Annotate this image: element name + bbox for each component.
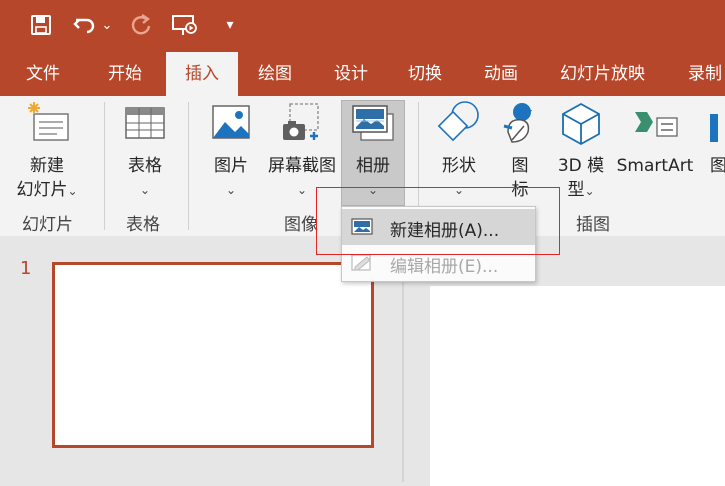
table-icon <box>116 100 174 154</box>
icons-label-1: 图 <box>511 156 529 176</box>
table-button[interactable]: 表格 ⌄ <box>116 100 174 202</box>
tab-transitions[interactable]: 切换 <box>408 52 442 96</box>
highlight-box <box>316 187 560 255</box>
shapes-label: 形状 <box>442 156 476 176</box>
chart-icon <box>704 100 725 154</box>
3d-models-label-1: 3D 模 <box>557 156 605 176</box>
edit-album-icon <box>351 253 373 277</box>
tab-record[interactable]: 录制 <box>688 52 722 96</box>
save-icon[interactable] <box>28 12 54 38</box>
undo-icon[interactable] <box>72 12 98 38</box>
table-label: 表格 <box>128 156 162 176</box>
shapes-icon <box>430 100 488 154</box>
smartart-icon <box>614 100 696 154</box>
smartart-label: SmartArt <box>616 156 694 176</box>
3d-models-label-2: 型 <box>567 180 585 200</box>
slide-canvas[interactable] <box>430 286 725 486</box>
screenshot-icon <box>264 100 340 154</box>
chevron-down-icon: ⌄ <box>225 183 237 197</box>
tab-animations[interactable]: 动画 <box>484 52 518 96</box>
photo-album-icon <box>342 100 404 154</box>
redo-icon <box>128 12 154 38</box>
group-label-images: 图像 <box>284 215 318 235</box>
screenshot-label: 屏幕截图 <box>268 156 336 176</box>
pictures-button[interactable]: 图片 ⌄ <box>202 100 260 202</box>
new-slide-label-1: 新建 <box>30 156 64 176</box>
chevron-down-icon: ⌄ <box>584 184 595 198</box>
group-label-illustrations: 插图 <box>576 215 610 235</box>
ribbon-tabs: 文件 开始 插入 绘图 设计 切换 动画 幻灯片放映 录制 <box>0 52 725 96</box>
smartart-button[interactable]: SmartArt <box>614 100 696 178</box>
title-bar: ⌄ ▾ <box>0 0 725 52</box>
tab-design[interactable]: 设计 <box>334 52 368 96</box>
group-label-slides: 幻灯片 <box>22 215 73 235</box>
tab-slideshow[interactable]: 幻灯片放映 <box>560 52 645 96</box>
group-label-tables: 表格 <box>126 215 160 235</box>
photo-album-label: 相册 <box>356 156 390 176</box>
chart-label: 图 <box>710 156 725 176</box>
separator <box>188 102 189 230</box>
new-slide-icon <box>10 100 84 154</box>
new-slide-button[interactable]: 新建 幻灯片⌄ <box>10 100 84 203</box>
tab-file[interactable]: 文件 <box>26 52 60 96</box>
undo-dropdown-icon[interactable]: ⌄ <box>100 12 114 38</box>
3d-models-button[interactable]: 3D 模 型⌄ <box>552 100 610 203</box>
chevron-down-icon: ⌄ <box>67 184 78 198</box>
chevron-down-icon: ⌄ <box>139 183 151 197</box>
tab-insert[interactable]: 插入 <box>166 52 238 96</box>
separator <box>104 102 105 230</box>
pictures-label: 图片 <box>214 156 248 176</box>
slide-number: 1 <box>20 258 32 279</box>
3d-cube-icon <box>552 100 610 154</box>
chart-button[interactable]: 图 <box>704 100 725 178</box>
new-slide-label-2: 幻灯片 <box>16 180 68 200</box>
menu-item-label: 编辑相册(E)... <box>390 257 499 277</box>
picture-icon <box>202 100 260 154</box>
customize-qat-icon[interactable]: ▾ <box>222 12 238 38</box>
slide-thumbnail[interactable] <box>52 262 374 448</box>
icons-icon <box>496 100 544 154</box>
tab-home[interactable]: 开始 <box>108 52 142 96</box>
tab-draw[interactable]: 绘图 <box>258 52 292 96</box>
present-from-start-icon[interactable] <box>170 12 200 38</box>
